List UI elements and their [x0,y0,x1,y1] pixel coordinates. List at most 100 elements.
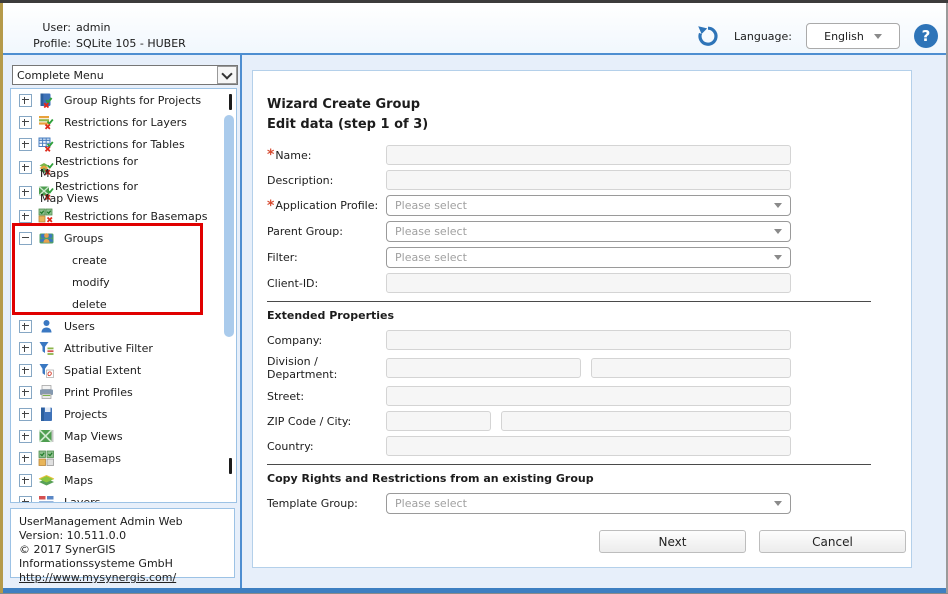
country-label: Country: [267,440,314,453]
cancel-button[interactable]: Cancel [759,530,906,553]
expand-plus-icon[interactable] [19,161,32,174]
tree-item-attributive-filter[interactable]: Attributive Filter [11,337,236,359]
department-input[interactable] [591,358,791,378]
tree-item-spatial-extent[interactable]: Spatial Extent [11,359,236,381]
expand-plus-icon[interactable] [19,452,32,465]
street-input[interactable] [386,386,791,406]
expand-plus-icon[interactable] [19,496,32,504]
extended-properties-heading: Extended Properties [267,308,911,323]
tree-item-projects[interactable]: Projects [11,403,236,425]
layers-icon [38,494,55,504]
expand-plus-icon[interactable] [19,364,32,377]
highlight-rectangle [12,223,203,315]
tree-item-label: Restrictions for Basemaps [64,210,207,223]
division-input[interactable] [386,358,581,378]
tree-item-print-profiles[interactable]: Print Profiles [11,381,236,403]
expand-plus-icon[interactable] [19,116,32,129]
select-placeholder: Please select [395,225,774,238]
city-input[interactable] [501,411,791,431]
name-input[interactable] [386,145,791,165]
dropdown-caret-icon [874,34,882,39]
user-value: admin [76,21,186,34]
copyright-text: © 2017 SynerGIS Informationssysteme GmbH [19,543,226,571]
attributive-filter-icon [38,340,55,357]
next-button[interactable]: Next [599,530,746,553]
country-label-wrap: Country: [267,440,386,453]
application-profile-label-wrap: *Application Profile: [267,199,386,212]
scroll-up-arrow[interactable] [229,97,232,110]
menu-filter-combobox[interactable]: Complete Menu [12,65,238,85]
print-profiles-icon [38,384,55,401]
application-profile-label: Application Profile: [275,199,378,212]
client-id-input[interactable] [386,273,791,293]
projects-icon [38,406,55,423]
users-icon [38,318,55,335]
country-input[interactable] [386,436,791,456]
header-separator [3,53,946,55]
maps-icon [38,472,55,489]
tree-item-maps[interactable]: Maps [11,469,236,491]
street-label-wrap: Street: [267,390,386,403]
spatial-extent-icon [38,362,55,379]
dropdown-caret-icon [774,203,782,208]
tree-item-label: Map Views [64,430,123,443]
tree-item-group-rights-for-projects[interactable]: Group Rights for Projects [11,89,236,111]
form-row-description: Description: [267,170,911,190]
language-select[interactable]: English [806,23,900,49]
tree-item-label: Projects [64,408,107,421]
application-profile-select[interactable]: Please select [386,195,791,216]
wizard-panel: Wizard Create Group Edit data (step 1 of… [252,70,912,568]
tree-item-restrictions-for-layers[interactable]: Restrictions for Layers [11,111,236,133]
usermanagement-admin-page: { "colors": { "accent_blue": "#2e74b8", … [0,0,948,594]
version-text: Version: 10.511.0.0 [19,529,226,543]
expand-plus-icon[interactable] [19,210,32,223]
refresh-icon[interactable] [696,24,720,48]
expand-plus-icon[interactable] [19,138,32,151]
tree-item-label: Maps [64,474,93,487]
zip-code-input[interactable] [386,411,491,431]
tree-item-users[interactable]: Users [11,315,236,337]
expand-plus-icon[interactable] [19,94,32,107]
zip-city-inputs [386,411,791,431]
chevron-down-icon [229,458,232,474]
wizard-title: Wizard Create Group [267,97,911,113]
tree-item-label: Spatial Extent [64,364,141,377]
content-area: Complete Menu Group Rights for Projects … [3,55,946,588]
tree-item-label: Restrictions for Map Views [40,181,143,205]
sidebar: Complete Menu Group Rights for Projects … [10,55,237,588]
chevron-down-icon [221,68,232,79]
expand-plus-icon[interactable] [19,342,32,355]
scrollbar-thumb[interactable] [224,115,234,337]
tree-item-restrictions-for-map-views[interactable]: Restrictions for Map Views [11,180,236,205]
expand-plus-icon[interactable] [19,430,32,443]
company-input[interactable] [386,330,791,350]
vendor-link[interactable]: http://www.mysynergis.com/ [19,571,176,584]
parent-group-select[interactable]: Please select [386,221,791,242]
dropdown-caret-icon [774,255,782,260]
select-placeholder: Please select [395,199,774,212]
basemap-restrictions-icon [38,208,55,225]
tree-item-restrictions-for-maps[interactable]: Restrictions for Maps [11,155,236,180]
tree-item-map-views[interactable]: Map Views [11,425,236,447]
expand-plus-icon[interactable] [19,408,32,421]
tree-item-restrictions-for-tables[interactable]: Restrictions for Tables [11,133,236,155]
form-row-division-department: Division / Department: [267,355,911,381]
required-marker: * [267,150,274,160]
description-label: Description: [267,174,333,187]
tree-item-basemaps[interactable]: Basemaps [11,447,236,469]
description-input[interactable] [386,170,791,190]
template-group-select[interactable]: Please select [386,493,791,514]
form-row-name: *Name: [267,145,911,165]
scroll-down-arrow[interactable] [229,461,232,474]
basemaps-icon [38,450,55,467]
combobox-arrow-button[interactable] [217,66,237,84]
tree-item-layers[interactable]: Layers [11,491,236,503]
user-label: User: [13,21,71,34]
filter-select[interactable]: Please select [386,247,791,268]
expand-plus-icon[interactable] [19,474,32,487]
expand-plus-icon[interactable] [19,320,32,333]
navigation-tree: Group Rights for Projects Restrictions f… [10,88,237,503]
help-icon[interactable]: ? [914,24,938,48]
expand-plus-icon[interactable] [19,186,32,199]
expand-plus-icon[interactable] [19,386,32,399]
